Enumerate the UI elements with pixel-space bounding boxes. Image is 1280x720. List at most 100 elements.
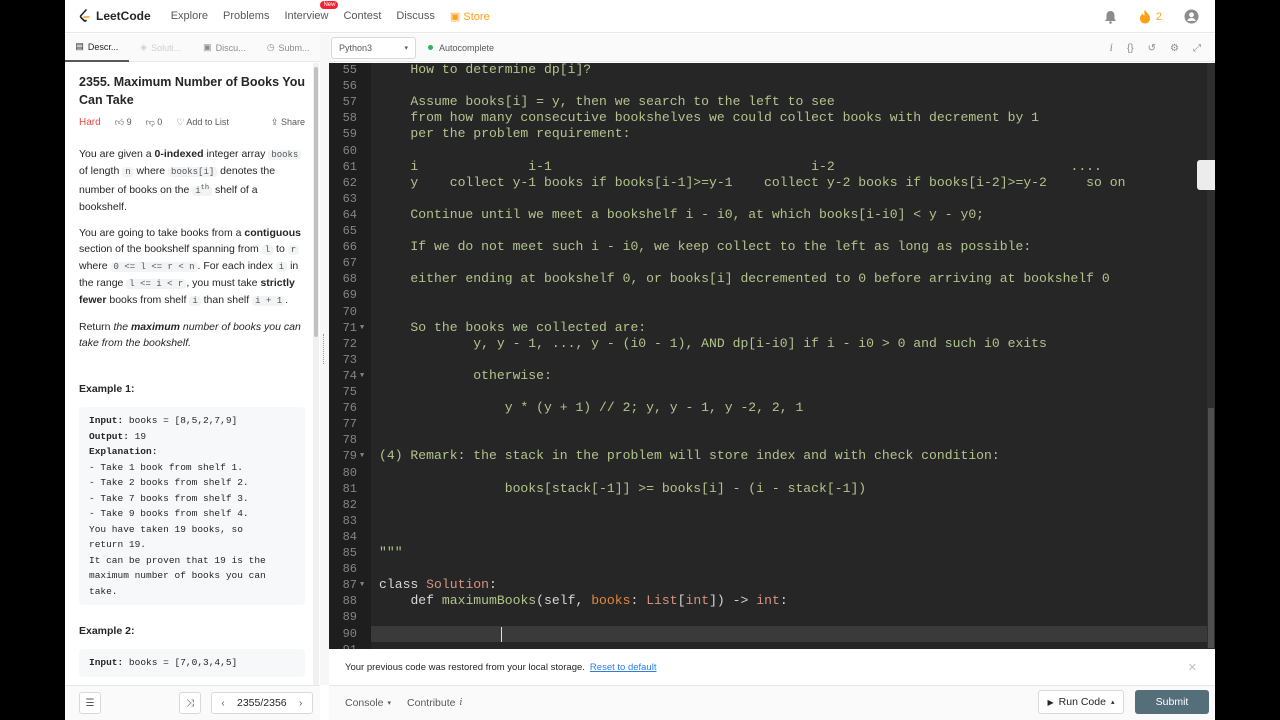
nav-interview[interactable]: Interview New [284, 1, 339, 22]
nav-problems[interactable]: Problems [223, 10, 269, 22]
fold-arrow-icon[interactable]: ▼ [360, 448, 364, 464]
random-problem-button[interactable]: ⤨ [179, 692, 201, 714]
play-icon: ▶ [1047, 697, 1054, 707]
editor-actions: i {} ↺ ⚙ ⤢ [1110, 34, 1201, 62]
reset-to-default-link[interactable]: Reset to default [590, 662, 657, 673]
side-panel-tab[interactable] [1197, 160, 1215, 190]
console-button[interactable]: Console ▾ [345, 697, 391, 709]
dislike-button[interactable]: 👎︎ 0 [146, 117, 163, 128]
parameter: books [591, 593, 631, 609]
nav-explore[interactable]: Explore [171, 10, 208, 22]
tab-description[interactable]: ▤ Descr... [65, 34, 129, 62]
line-number: 83 [342, 513, 357, 528]
example-text: - Take 2 books from shelf 2. [89, 477, 249, 488]
share-button[interactable]: ⇪ Share [271, 117, 305, 128]
nav-discuss[interactable]: Discuss [396, 10, 435, 22]
example-label: Input: [89, 657, 124, 668]
line-number-gutter: 55 56 57 58 59 60 61 62 63 64 65 66 67 68 69 70 71 ▼ 72 73 7… [329, 63, 371, 649]
example-label: Explanation: [89, 446, 158, 457]
description-scrollbar[interactable] [313, 63, 319, 685]
text-bold: contiguous [244, 227, 301, 239]
code-line: books[stack[-1]] >= books[i] - (i - stac… [379, 480, 867, 496]
description-scrollbar-thumb[interactable] [314, 67, 318, 337]
example-line: return 19. [89, 537, 295, 553]
logo[interactable]: LeetCode [79, 9, 151, 23]
inline-code: books[i] [168, 167, 218, 177]
prev-problem-button[interactable]: ‹ [212, 698, 234, 709]
autocomplete-toggle[interactable]: Autocomplete [428, 43, 494, 53]
run-code-label: Run Code [1058, 696, 1106, 708]
avatar-icon[interactable] [1184, 9, 1199, 24]
example-2-box: Input: books = [7,0,3,4,5] [79, 649, 305, 677]
problem-footer: ☰ ⤨ ‹ 2355/2356 › [65, 685, 320, 720]
leetcode-logo-icon [79, 9, 90, 22]
line-number: 85 [342, 546, 357, 560]
line-number: 60 [342, 143, 357, 158]
keyword: def [410, 593, 435, 609]
fullscreen-icon[interactable]: ⤢ [1193, 43, 1201, 54]
text: . [285, 294, 289, 306]
store-icon: ▣ [449, 10, 461, 23]
chevron-up-icon: ▴ [1110, 699, 1115, 706]
tab-submissions[interactable]: ◷ Subm... [256, 34, 320, 62]
tab-solution[interactable]: ◈ Soluti... [129, 34, 193, 62]
thumbs-down-icon: 👎︎ [145, 117, 155, 127]
problem-meta: Hard 👍︎ 9 👎︎ 0 ♡ Add to List ⇪ Share [79, 117, 305, 128]
info-icon[interactable]: i [1110, 43, 1113, 54]
line-number: 55 [342, 63, 357, 77]
example-1-box: Input: books = [8,5,2,7,9] Output: 19 Expl… [79, 407, 305, 605]
code-editor[interactable]: 55 56 57 58 59 60 61 62 63 64 65 66 67 68 69 70 71 ▼ 72 73 7… [329, 63, 1215, 649]
problem-paragraph-2: You are going to take books from a conti… [79, 225, 305, 309]
current-line-highlight [371, 625, 1207, 642]
line-number: 90 [342, 626, 357, 641]
add-to-list-label: Add to List [186, 117, 229, 127]
chevron-down-icon: ▾ [404, 44, 408, 52]
code-line: i i-1 i-2 .... [379, 158, 1102, 174]
resize-handle-icon [323, 334, 325, 364]
example-line: Output: 19 [89, 429, 295, 445]
inline-code: l [261, 245, 274, 255]
tab-discuss[interactable]: ▣ Discu... [193, 34, 257, 62]
example-text: - Take 1 book from shelf 1. [89, 461, 243, 473]
like-button[interactable]: 👍︎ 9 [115, 117, 132, 128]
contribute-button[interactable]: Contribute i [407, 697, 462, 709]
editor-scrollbar[interactable] [1207, 63, 1215, 649]
line-number: 61 [342, 159, 357, 174]
streak-counter[interactable]: 2 [1139, 9, 1162, 24]
add-to-list-button[interactable]: ♡ Add to List [176, 117, 229, 128]
panel-resizer[interactable] [320, 34, 329, 685]
next-problem-button[interactable]: › [290, 698, 312, 709]
fold-arrow-icon[interactable]: ▼ [360, 320, 364, 336]
logo-text: LeetCode [96, 9, 151, 23]
streak-count: 2 [1155, 10, 1162, 23]
example-line: take. [89, 584, 295, 600]
restore-notice: Your previous code was restored from you… [329, 650, 1215, 685]
inline-code: n [122, 167, 134, 177]
nav-store[interactable]: ▣ Store [450, 10, 490, 23]
bell-icon[interactable] [1104, 10, 1117, 24]
settings-icon[interactable]: ⚙ [1170, 43, 1179, 54]
example-label: Output: [89, 430, 129, 442]
line-number: 64 [342, 207, 357, 222]
close-icon[interactable]: ✕ [1188, 661, 1197, 674]
console-label: Console [345, 697, 384, 709]
text-italic: the maximum number of books you can take… [79, 321, 301, 349]
braces-icon[interactable]: {} [1127, 43, 1134, 54]
discuss-icon: ▣ [203, 42, 212, 52]
language-select[interactable]: Python3 ▾ [331, 36, 416, 59]
share-icon: ⇪ [270, 117, 279, 127]
submit-button[interactable]: Submit [1135, 690, 1209, 714]
text: where [133, 165, 169, 177]
fold-arrow-icon[interactable]: ▼ [360, 577, 364, 593]
problem-list-button[interactable]: ☰ [79, 692, 101, 714]
reset-icon[interactable]: ↺ [1148, 43, 1156, 54]
editor-scrollbar-thumb[interactable] [1208, 408, 1214, 648]
code-line: y, y - 1, ..., y - (i0 - 1), AND dp[i-i0… [379, 335, 1047, 351]
text: where [79, 260, 111, 272]
example-line: maximum number of books you can [89, 568, 295, 584]
nav-contest[interactable]: Contest [343, 10, 381, 22]
fold-arrow-icon[interactable]: ▼ [360, 368, 364, 384]
status-dot-icon [428, 45, 433, 50]
clock-icon: ◷ [266, 42, 275, 52]
run-code-button[interactable]: ▶ Run Code ▴ [1038, 690, 1124, 714]
